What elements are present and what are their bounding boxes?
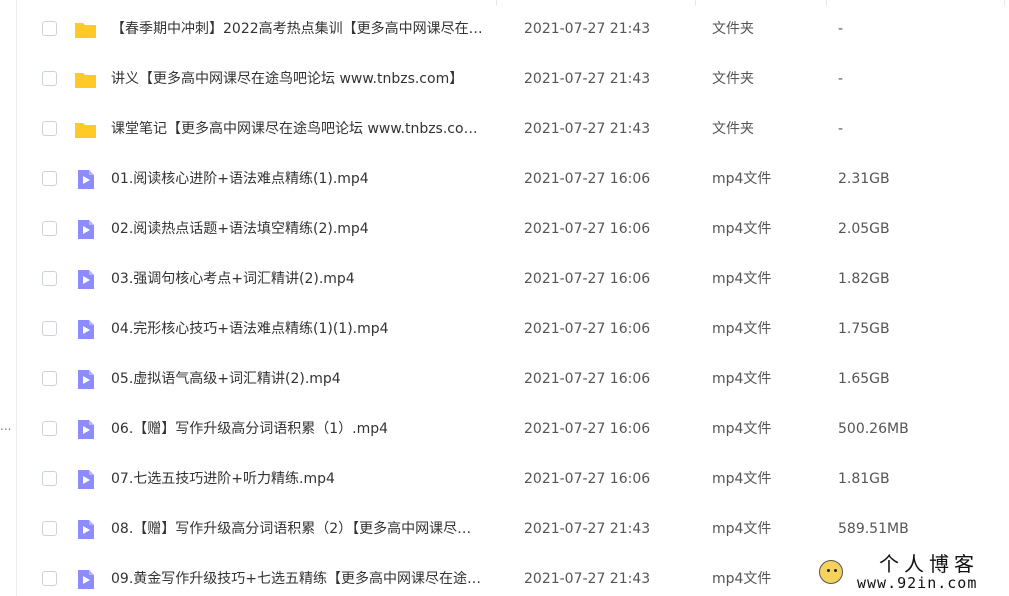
file-type: mp4文件 — [712, 571, 772, 587]
video-file-icon — [73, 367, 98, 392]
modified-time: 2021-07-27 21:43 — [524, 521, 651, 537]
file-type: mp4文件 — [712, 221, 772, 237]
file-type: 文件夹 — [712, 21, 754, 37]
watermark-title: 个人博客 — [879, 552, 979, 576]
row-checkbox[interactable] — [42, 371, 57, 386]
row-checkbox[interactable] — [42, 521, 57, 536]
modified-time: 2021-07-27 16:06 — [524, 371, 651, 387]
file-name[interactable]: 05.虚拟语气高级+词汇精讲(2).mp4 — [111, 369, 506, 389]
table-row[interactable]: 02.阅读热点话题+语法填空精练(2).mp4 2021-07-27 16:06… — [16, 204, 1009, 254]
file-type: mp4文件 — [712, 271, 772, 287]
modified-time: 2021-07-27 16:06 — [524, 321, 651, 337]
file-type: mp4文件 — [712, 171, 772, 187]
row-checkbox[interactable] — [42, 221, 57, 236]
file-type: mp4文件 — [712, 471, 772, 487]
table-row[interactable]: 04.完形核心技巧+语法难点精练(1)(1).mp4 2021-07-27 16… — [16, 304, 1009, 354]
video-file-icon — [73, 317, 98, 342]
modified-time: 2021-07-27 16:06 — [524, 171, 651, 187]
file-size: 1.81GB — [838, 471, 890, 487]
video-file-icon — [73, 417, 98, 442]
file-size: - — [838, 21, 844, 37]
file-size: 1.75GB — [838, 321, 890, 337]
modified-time: 2021-07-27 16:06 — [524, 421, 651, 437]
video-file-icon — [73, 467, 98, 492]
table-row[interactable]: 讲义【更多高中网课尽在途鸟吧论坛 www.tnbzs.com】 2021-07-… — [16, 54, 1009, 104]
modified-time: 2021-07-27 21:43 — [524, 71, 651, 87]
file-name[interactable]: 09.黄金写作升级技巧+七选五精练【更多高中网课尽在途… — [111, 569, 506, 589]
file-name[interactable]: 讲义【更多高中网课尽在途鸟吧论坛 www.tnbzs.com】 — [111, 69, 506, 89]
table-row[interactable]: 01.阅读核心进阶+语法难点精练(1).mp4 2021-07-27 16:06… — [16, 154, 1009, 204]
left-panel-ellipsis: ... — [0, 419, 12, 433]
file-name[interactable]: 08.【赠】写作升级高分词语积累（2）【更多高中网课尽… — [111, 519, 506, 539]
file-name[interactable]: 06.【赠】写作升级高分词语积累（1）.mp4 — [111, 419, 506, 439]
file-size: 1.82GB — [838, 271, 890, 287]
file-list: 【春季期中冲刺】2022高考热点集训【更多高中网课尽在… 2021-07-27 … — [16, 4, 1009, 596]
row-checkbox[interactable] — [42, 21, 57, 36]
file-size: 2.05GB — [838, 221, 890, 237]
left-panel-edge — [0, 0, 17, 596]
file-size: 500.26MB — [838, 421, 909, 437]
file-name[interactable]: 07.七选五技巧进阶+听力精练.mp4 — [111, 469, 506, 489]
table-row[interactable]: 03.强调句核心考点+词汇精讲(2).mp4 2021-07-27 16:06 … — [16, 254, 1009, 304]
file-type: 文件夹 — [712, 71, 754, 87]
smiley-face-icon — [819, 560, 843, 584]
file-name[interactable]: 01.阅读核心进阶+语法难点精练(1).mp4 — [111, 169, 506, 189]
video-file-icon — [73, 517, 98, 542]
file-type: 文件夹 — [712, 121, 754, 137]
file-manager-page: ... 【春季期中冲刺】2022高考热点集训【更多高中网课尽在… 2021-07… — [0, 0, 1009, 596]
file-name[interactable]: 02.阅读热点话题+语法填空精练(2).mp4 — [111, 219, 506, 239]
video-file-icon — [73, 217, 98, 242]
folder-icon — [73, 17, 98, 42]
file-type: mp4文件 — [712, 521, 772, 537]
table-row[interactable]: 06.【赠】写作升级高分词语积累（1）.mp4 2021-07-27 16:06… — [16, 404, 1009, 454]
table-row[interactable]: 【春季期中冲刺】2022高考热点集训【更多高中网课尽在… 2021-07-27 … — [16, 4, 1009, 54]
file-name[interactable]: 【春季期中冲刺】2022高考热点集训【更多高中网课尽在… — [111, 19, 506, 39]
modified-time: 2021-07-27 21:43 — [524, 21, 651, 37]
video-file-icon — [73, 267, 98, 292]
file-type: mp4文件 — [712, 421, 772, 437]
row-checkbox[interactable] — [42, 571, 57, 586]
file-type: mp4文件 — [712, 371, 772, 387]
modified-time: 2021-07-27 21:43 — [524, 571, 651, 587]
file-size: - — [838, 121, 844, 137]
row-checkbox[interactable] — [42, 321, 57, 336]
file-size: - — [838, 71, 844, 87]
table-row[interactable]: 08.【赠】写作升级高分词语积累（2）【更多高中网课尽… 2021-07-27 … — [16, 504, 1009, 554]
file-size: 1.65GB — [838, 371, 890, 387]
table-row[interactable]: 05.虚拟语气高级+词汇精讲(2).mp4 2021-07-27 16:06 m… — [16, 354, 1009, 404]
file-name[interactable]: 03.强调句核心考点+词汇精讲(2).mp4 — [111, 269, 506, 289]
row-checkbox[interactable] — [42, 171, 57, 186]
file-size: 2.31GB — [838, 171, 890, 187]
row-checkbox[interactable] — [42, 71, 57, 86]
folder-icon — [73, 67, 98, 92]
folder-icon — [73, 117, 98, 142]
row-checkbox[interactable] — [42, 471, 57, 486]
row-checkbox[interactable] — [42, 421, 57, 436]
file-size: 589.51MB — [838, 521, 909, 537]
table-row[interactable]: 07.七选五技巧进阶+听力精练.mp4 2021-07-27 16:06 mp4… — [16, 454, 1009, 504]
modified-time: 2021-07-27 16:06 — [524, 271, 651, 287]
row-checkbox[interactable] — [42, 271, 57, 286]
video-file-icon — [73, 567, 98, 592]
watermark-url: www.92in.com — [857, 574, 978, 592]
table-row[interactable]: 课堂笔记【更多高中网课尽在途鸟吧论坛 www.tnbzs.co… 2021-07… — [16, 104, 1009, 154]
video-file-icon — [73, 167, 98, 192]
watermark: 个人博客 www.92in.com — [815, 552, 1009, 596]
file-name[interactable]: 04.完形核心技巧+语法难点精练(1)(1).mp4 — [111, 319, 506, 339]
modified-time: 2021-07-27 21:43 — [524, 121, 651, 137]
file-type: mp4文件 — [712, 321, 772, 337]
modified-time: 2021-07-27 16:06 — [524, 221, 651, 237]
file-name[interactable]: 课堂笔记【更多高中网课尽在途鸟吧论坛 www.tnbzs.co… — [111, 119, 506, 139]
row-checkbox[interactable] — [42, 121, 57, 136]
modified-time: 2021-07-27 16:06 — [524, 471, 651, 487]
